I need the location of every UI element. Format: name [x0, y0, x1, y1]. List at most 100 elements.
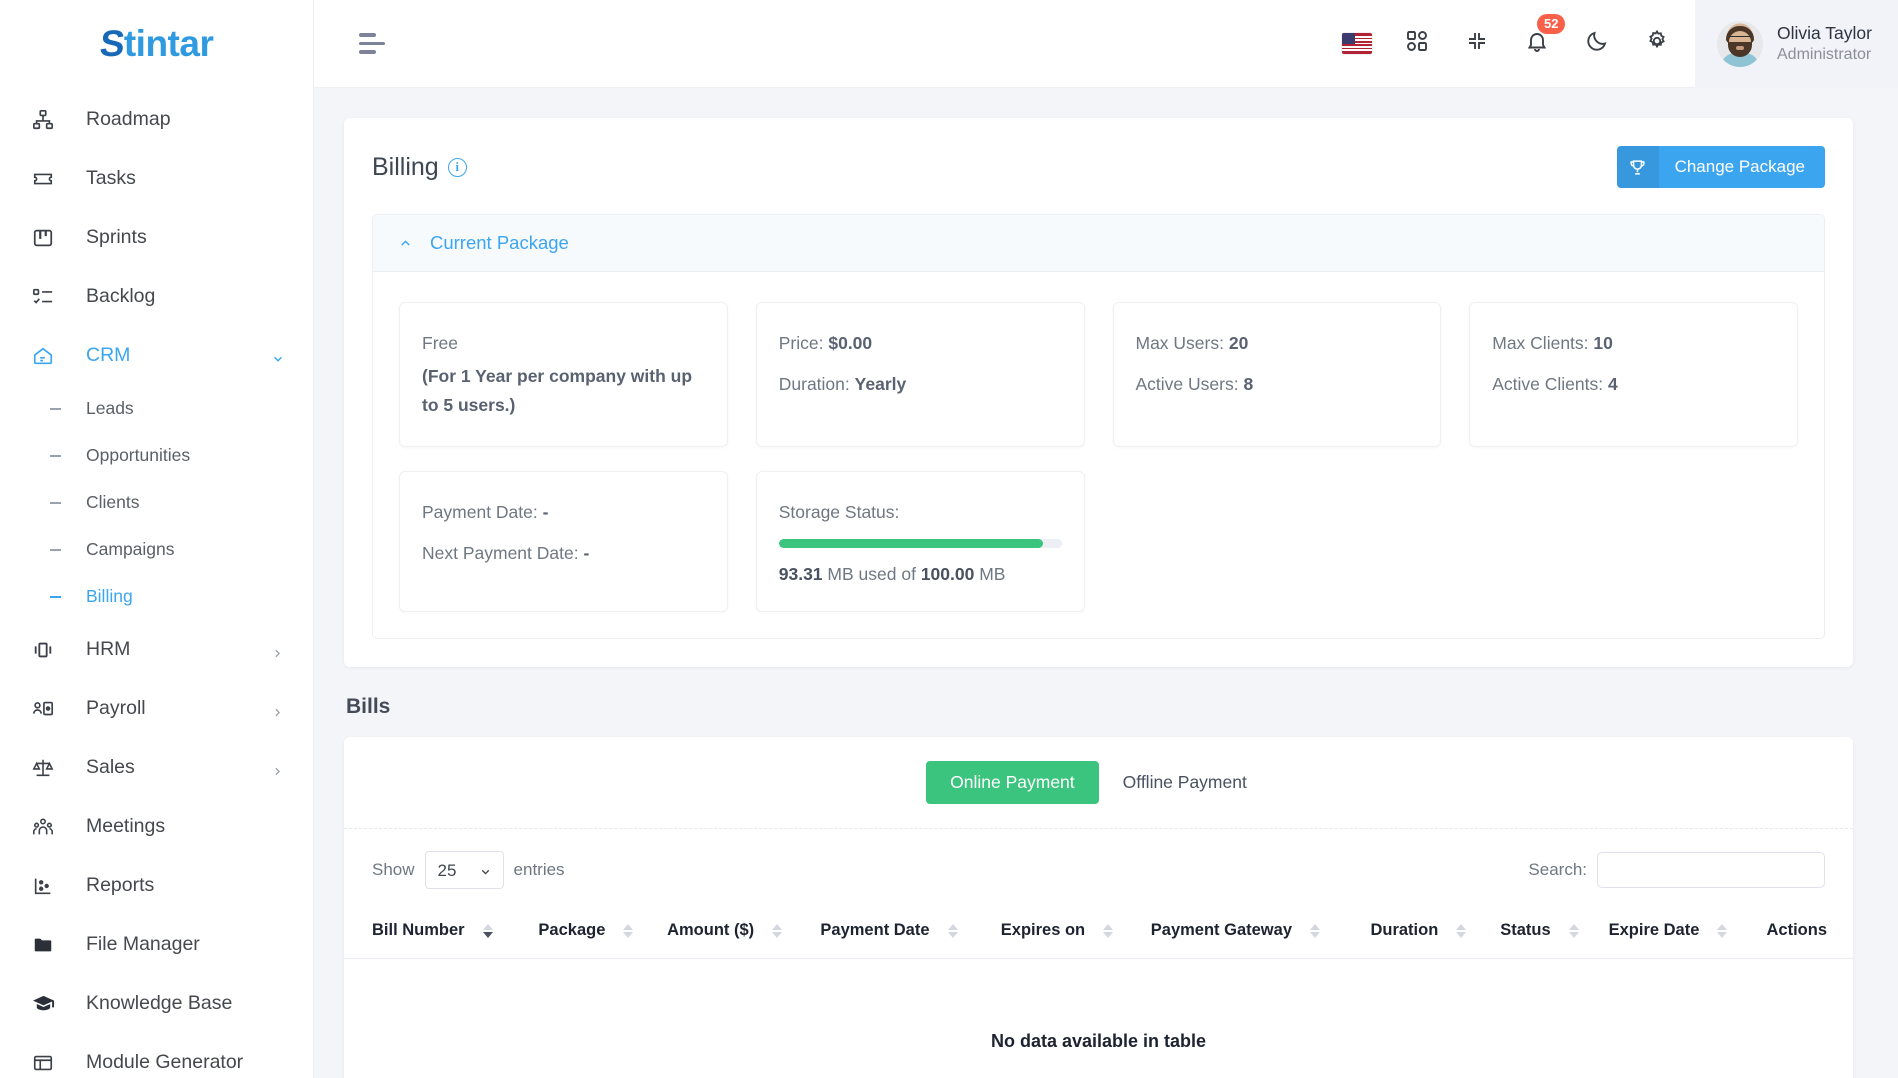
sidebar-item-crm[interactable]: CRM [0, 326, 313, 385]
sidebar-item-meetings[interactable]: Meetings [0, 797, 313, 856]
price-duration-box: Price: $0.00 Duration: Yearly [755, 302, 1085, 447]
sidebar-item-payroll[interactable]: Payroll [0, 679, 313, 738]
chart-icon [30, 873, 56, 899]
folder-icon [30, 932, 56, 958]
tab-online-payment[interactable]: Online Payment [926, 761, 1099, 804]
tab-offline-payment[interactable]: Offline Payment [1099, 761, 1271, 804]
language-flag-button[interactable] [1327, 0, 1387, 88]
sidebar-item-file-manager[interactable]: File Manager [0, 915, 313, 974]
spacer-box [1469, 471, 1798, 612]
sidebar-item-knowledge-base[interactable]: Knowledge Base [0, 974, 313, 1033]
sidebar-item-hrm[interactable]: HRM [0, 620, 313, 679]
settings-button[interactable] [1627, 0, 1687, 88]
table-header-package[interactable]: Package [538, 903, 668, 959]
avatar [1717, 20, 1763, 67]
topbar-actions: 52 Olivia Taylor Administrator [1327, 0, 1898, 88]
notifications-button[interactable]: 52 [1507, 0, 1567, 88]
package-name-box: Free (For 1 Year per company with up to … [399, 302, 728, 447]
sidebar-item-leads[interactable]: Leads [0, 385, 313, 432]
info-icon[interactable]: i [447, 157, 467, 177]
sidebar-item-billing[interactable]: Billing [0, 573, 313, 620]
payment-tabs: Online Payment Offline Payment [344, 737, 1853, 829]
table-controls: Show 102550100 entries Search: [344, 829, 1853, 903]
table-header-label: Expires on [1000, 921, 1086, 939]
module-icon [30, 1050, 56, 1076]
checklist-icon [30, 284, 56, 310]
search-input[interactable] [1597, 852, 1825, 888]
table-header-expires-on[interactable]: Expires on [1000, 903, 1151, 959]
main-area: 52 Olivia Taylor Administrator Billing i… [314, 0, 1898, 1078]
dark-mode-toggle[interactable] [1567, 0, 1627, 88]
apps-grid-button[interactable] [1387, 0, 1447, 88]
sidebar-nav: Roadmap Tasks Sprints Backlog CRM Leads … [0, 88, 313, 1078]
user-profile-menu[interactable]: Olivia Taylor Administrator [1695, 0, 1898, 88]
max-clients-row: Max Clients: 10 [1492, 333, 1613, 353]
topbar: 52 Olivia Taylor Administrator [314, 0, 1898, 88]
max-clients-value: 10 [1593, 333, 1613, 353]
storage-used-unit: MB [827, 564, 854, 584]
billing-header: Billing i Change Package [344, 118, 1853, 214]
sidebar-item-roadmap[interactable]: Roadmap [0, 90, 313, 149]
sidebar-item-sales[interactable]: Sales [0, 738, 313, 797]
storage-usage-text: 93.31 MB used of 100.00 MB [779, 564, 1062, 585]
search-control: Search: [1528, 852, 1825, 888]
entries-label: entries [513, 860, 565, 879]
hrm-icon [30, 637, 56, 663]
user-name: Olivia Taylor [1777, 23, 1872, 43]
sidebar-item-clients[interactable]: Clients [0, 479, 313, 526]
table-header-expire-date[interactable]: Expire Date [1608, 903, 1767, 959]
trophy-icon [1616, 146, 1659, 188]
table-header-duration[interactable]: Duration [1370, 903, 1501, 959]
sidebar-item-opportunities[interactable]: Opportunities [0, 432, 313, 479]
brand-logo[interactable]: Stintar [0, 0, 313, 88]
sidebar-subitem-label: Billing [86, 586, 133, 606]
no-data-message: No data available in table [990, 1031, 1207, 1051]
sidebar-item-label: Backlog [86, 285, 156, 307]
table-header-bill-number[interactable]: Bill Number [344, 903, 539, 959]
sidebar-item-reports[interactable]: Reports [0, 856, 313, 915]
table-header-label: Amount ($) [667, 921, 755, 939]
sort-arrows-icon [772, 923, 783, 938]
menu-toggle-icon[interactable] [359, 33, 387, 54]
sidebar-item-label: Reports [86, 874, 155, 896]
bills-table-body: No data available in table [344, 959, 1853, 1078]
sort-arrows-icon [947, 923, 958, 938]
bills-table-head: Bill Number Package Amount ($) Payment Date… [344, 903, 1853, 959]
sidebar-item-label: File Manager [86, 933, 200, 955]
flag-us-icon [1342, 33, 1372, 54]
storage-progress-track [778, 539, 1062, 548]
duration-value: Yearly [854, 374, 907, 394]
table-header-payment-gateway[interactable]: Payment Gateway [1150, 903, 1371, 959]
fullscreen-exit-button[interactable] [1447, 0, 1507, 88]
sidebar-item-label: Payroll [86, 697, 146, 719]
sidebar-item-label: Module Generator [86, 1051, 244, 1073]
table-header-amount[interactable]: Amount ($) [667, 903, 821, 959]
billing-card: Billing i Change Package Current Package… [344, 118, 1853, 667]
bills-title: Bills [346, 695, 391, 718]
sidebar-subitem-label: Clients [86, 492, 140, 512]
sort-arrows-icon [1456, 923, 1467, 938]
change-package-button[interactable]: Change Package [1616, 146, 1825, 188]
sidebar-subitem-label: Campaigns [86, 539, 175, 559]
table-header-status[interactable]: Status [1500, 903, 1609, 959]
sidebar-item-sprints[interactable]: Sprints [0, 208, 313, 267]
page-title-text: Billing [372, 152, 439, 181]
current-package-toggle[interactable]: Current Package [373, 215, 1824, 272]
sidebar-item-tasks[interactable]: Tasks [0, 149, 313, 208]
sidebar-item-backlog[interactable]: Backlog [0, 267, 313, 326]
package-info-grid-row1: Free (For 1 Year per company with up to … [373, 272, 1824, 459]
entries-select[interactable]: 102550100 [424, 851, 504, 889]
entries-select-wrap: 102550100 [424, 851, 504, 889]
sidebar-item-label: Sprints [86, 226, 147, 248]
price-row: Price: $0.00 [778, 333, 873, 353]
sidebar-item-campaigns[interactable]: Campaigns [0, 526, 313, 573]
storage-used-value: 93.31 [778, 564, 823, 584]
storage-total-unit: MB [979, 564, 1006, 584]
sidebar-item-module-generator[interactable]: Module Generator [0, 1033, 313, 1078]
table-header-payment-date[interactable]: Payment Date [820, 903, 1001, 959]
brand-logo-mark: S [97, 23, 127, 64]
duration-row: Duration: Yearly [778, 374, 907, 394]
chevron-right-icon [271, 643, 285, 657]
sidebar-item-label: HRM [86, 638, 131, 660]
table-header-label: Status [1500, 921, 1551, 939]
